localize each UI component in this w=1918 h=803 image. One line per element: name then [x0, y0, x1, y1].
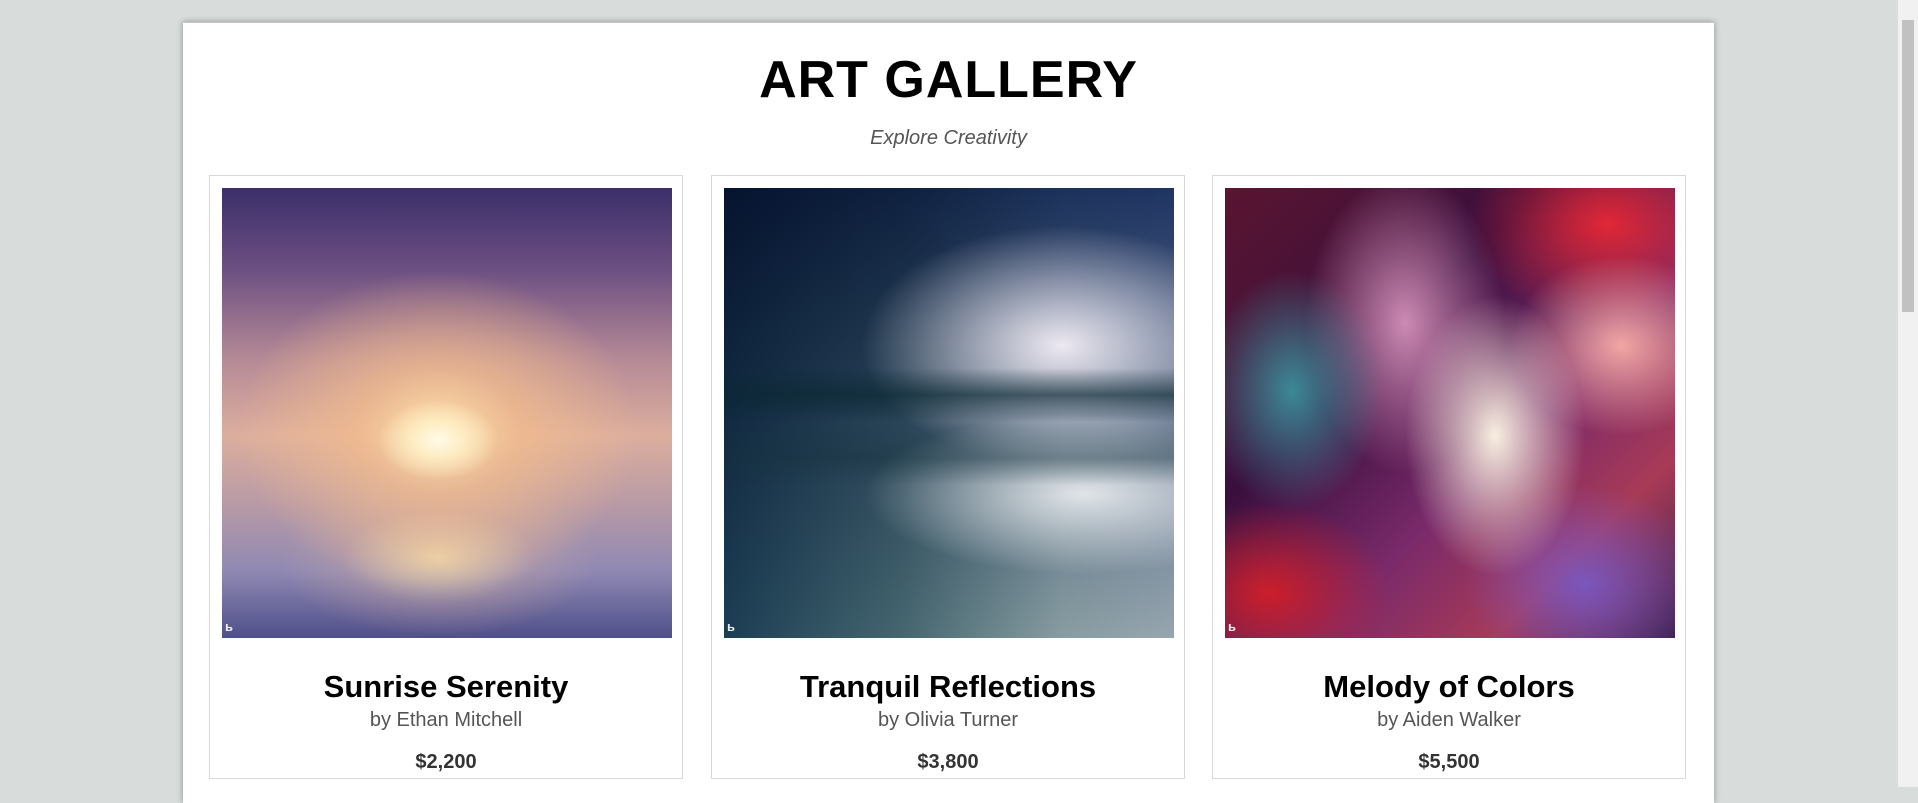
scrollbar-thumb[interactable] — [1902, 20, 1914, 312]
artwork-title: Tranquil Reflections — [799, 669, 1097, 704]
artwork-card-2[interactable]: ь Tranquil Reflections by Olivia Turner … — [711, 175, 1185, 779]
artwork-image[interactable]: ь — [724, 188, 1174, 638]
artwork-price: $5,500 — [1418, 751, 1480, 773]
bing-logo-icon: ь — [727, 619, 735, 634]
artwork-price: $3,800 — [917, 751, 979, 773]
bing-logo-icon: ь — [225, 619, 233, 634]
artwork-card-3[interactable]: ь Melody of Colors by Aiden Walker $5,50… — [1212, 175, 1686, 779]
artwork-price: $2,200 — [415, 751, 477, 773]
bing-logo-icon: ь — [1228, 619, 1236, 634]
page-subtitle: Explore Creativity — [870, 127, 1027, 149]
artwork-title: Melody of Colors — [1323, 669, 1575, 704]
artwork-artist: by Aiden Walker — [1377, 709, 1521, 731]
artwork-title: Sunrise Serenity — [323, 669, 569, 704]
artwork-card-1[interactable]: ь Sunrise Serenity by Ethan Mitchell $2,… — [209, 175, 683, 779]
artwork-artist: by Ethan Mitchell — [369, 709, 523, 731]
artwork-artist: by Olivia Turner — [877, 709, 1019, 731]
gallery-page: ART GALLERY Explore Creativity ь Sunrise… — [183, 22, 1714, 803]
page-title: ART GALLERY — [759, 51, 1138, 109]
artwork-image[interactable]: ь — [222, 188, 672, 638]
vertical-scrollbar[interactable] — [1898, 0, 1918, 787]
artwork-image[interactable]: ь — [1225, 188, 1675, 638]
